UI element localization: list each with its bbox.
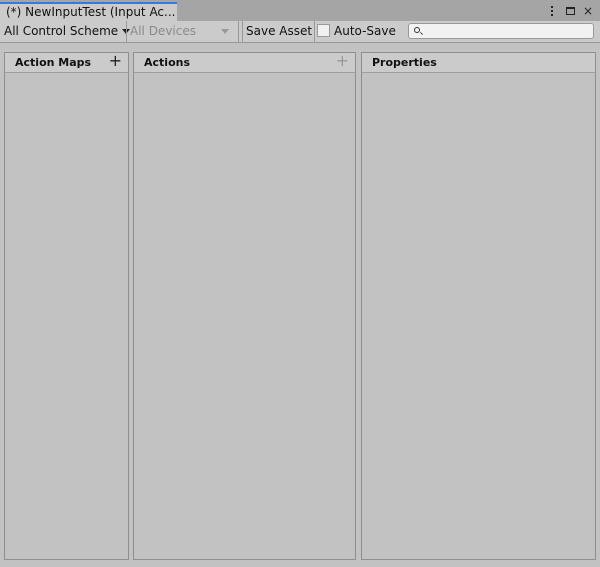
search-icon	[414, 27, 420, 33]
close-icon[interactable]: ×	[582, 4, 594, 18]
action-maps-panel: Action Maps +	[4, 52, 129, 560]
kebab-menu-icon[interactable]	[546, 4, 558, 18]
search-field[interactable]	[408, 23, 594, 39]
devices-dropdown[interactable]: All Devices	[130, 21, 229, 42]
maximize-icon[interactable]	[564, 4, 576, 18]
actions-panel: Actions +	[133, 52, 356, 560]
toolbar-divider	[242, 21, 243, 42]
toolbar-divider	[126, 21, 127, 42]
save-asset-button[interactable]: Save Asset	[246, 21, 312, 42]
toolbar: All Control Scheme All Devices Save Asse…	[0, 21, 600, 43]
properties-panel: Properties	[361, 52, 596, 560]
actions-title: Actions	[144, 56, 190, 69]
control-scheme-dropdown[interactable]: All Control Scheme	[4, 21, 131, 42]
properties-header: Properties	[362, 53, 595, 73]
devices-label: All Devices	[130, 24, 196, 38]
toolbar-divider	[238, 21, 239, 42]
add-action-map-button[interactable]: +	[109, 52, 122, 70]
actions-header: Actions +	[134, 52, 355, 73]
action-maps-header: Action Maps +	[5, 52, 128, 73]
control-scheme-label: All Control Scheme	[4, 24, 119, 38]
action-maps-title: Action Maps	[15, 56, 92, 69]
chevron-down-icon	[220, 29, 229, 34]
tab-input-actions[interactable]: (*) NewInputTest (Input Ac...	[0, 2, 177, 21]
auto-save-label: Auto-Save	[334, 24, 396, 38]
window-controls: ×	[546, 2, 594, 19]
search-input[interactable]	[423, 24, 591, 38]
auto-save-checkbox[interactable]	[317, 24, 330, 37]
toolbar-divider	[314, 21, 315, 42]
properties-title: Properties	[372, 56, 437, 69]
tab-bar: (*) NewInputTest (Input Ac... ×	[0, 0, 600, 21]
add-action-button[interactable]: +	[336, 52, 349, 70]
